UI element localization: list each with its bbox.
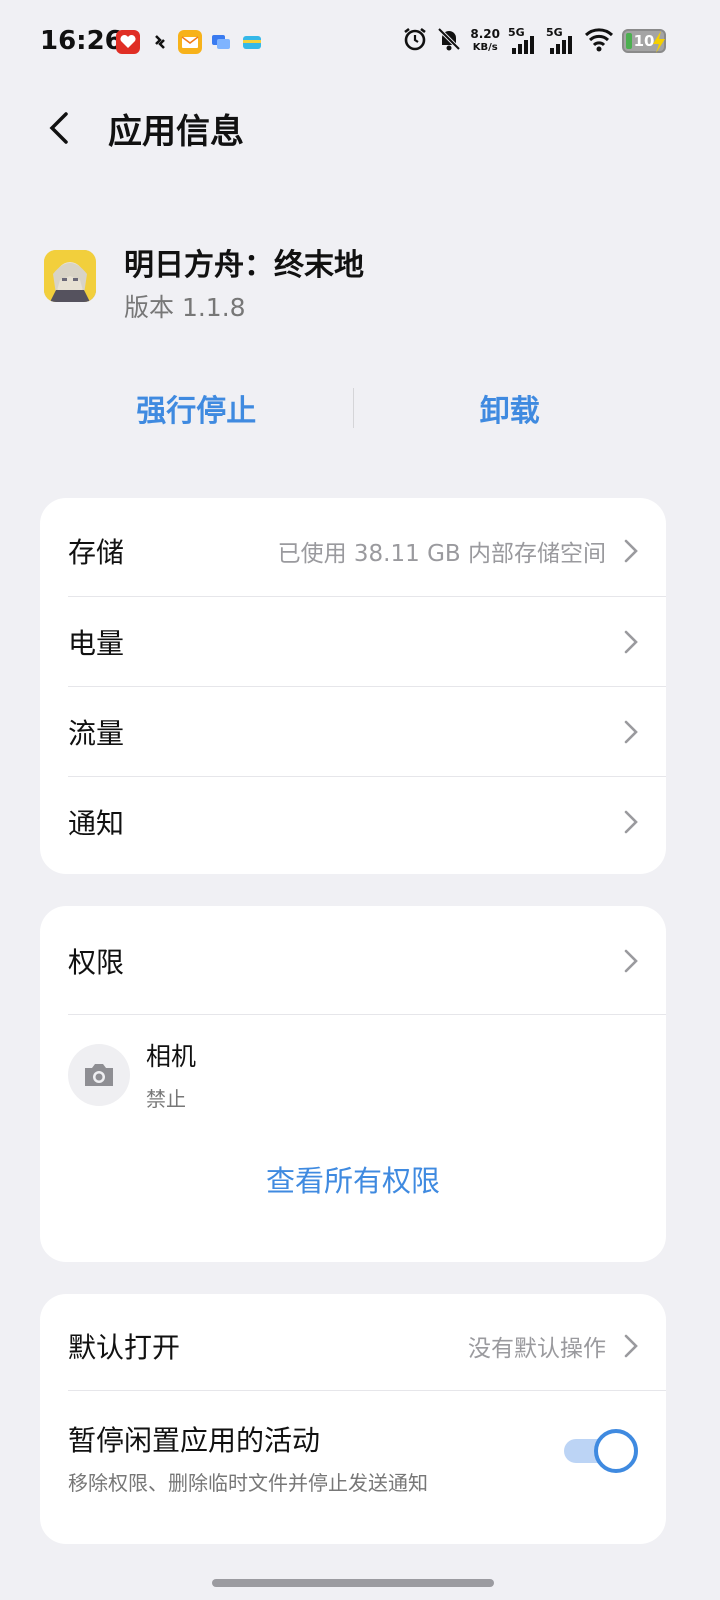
pause-app-activity-subtitle: 移除权限、删除临时文件并停止发送通知 [68, 1471, 428, 1495]
sync-icon [148, 30, 172, 54]
data-usage-label: 流量 [68, 716, 125, 750]
chevron-right-icon [624, 720, 638, 743]
network-speed-unit: KB/s [472, 42, 498, 53]
open-by-default-row[interactable]: 默认打开 没有默认操作 [68, 1302, 666, 1390]
network-speed-value: 8.20 [470, 27, 500, 41]
back-button[interactable] [40, 104, 80, 152]
status-bar: 16:26 8.20 KB/s 5G 5G 10 [0, 0, 720, 84]
chevron-left-icon [49, 112, 68, 144]
camera-icon [68, 1043, 130, 1106]
network-speed: 8.20 KB/s [470, 28, 500, 54]
app-icon [44, 250, 96, 302]
signal-sim2-icon: 5G [546, 26, 576, 56]
view-all-permissions-button[interactable]: 查看所有权限 [40, 1134, 666, 1224]
wallet-icon [240, 30, 264, 54]
notifications-row[interactable]: 通知 [68, 776, 666, 866]
app-version: 版本 1.1.8 [124, 293, 246, 322]
app-actions: 强行停止 卸载 [40, 380, 666, 436]
battery-row[interactable]: 电量 [68, 596, 666, 686]
notifications-label: 通知 [68, 806, 125, 840]
charging-icon [650, 30, 668, 58]
chevron-right-icon [624, 630, 638, 653]
chevron-right-icon [624, 810, 638, 833]
permissions-card: 权限 相机 禁止 查看所有权限 [40, 906, 666, 1262]
defaults-card: 默认打开 没有默认操作 暂停闲置应用的活动 移除权限、删除临时文件并停止发送通知 [40, 1294, 666, 1544]
open-by-default-label: 默认打开 [68, 1331, 181, 1364]
page-title: 应用信息 [108, 112, 244, 152]
permission-name: 相机 [146, 1042, 197, 1071]
battery-label: 电量 [68, 626, 125, 660]
chat-icon [209, 30, 233, 54]
data-usage-row[interactable]: 流量 [68, 686, 666, 776]
permissions-label: 权限 [68, 946, 125, 979]
uninstall-button[interactable]: 卸载 [354, 386, 667, 430]
storage-value: 已使用 38.11 GB 内部存储空间 [277, 541, 606, 567]
pinduoduo-icon [116, 30, 140, 54]
chevron-right-icon [624, 1334, 638, 1358]
wifi-icon [584, 26, 614, 56]
storage-label: 存储 [68, 536, 125, 569]
storage-row[interactable]: 存储 已使用 38.11 GB 内部存储空间 [68, 506, 666, 596]
toggle-knob [594, 1429, 638, 1473]
alarm-icon [402, 26, 428, 56]
open-by-default-value: 没有默认操作 [468, 1336, 606, 1362]
bell-muted-icon [436, 26, 462, 56]
pause-app-activity-title: 暂停闲置应用的活动 [68, 1424, 321, 1457]
pause-app-activity-row[interactable]: 暂停闲置应用的活动 移除权限、删除临时文件并停止发送通知 [68, 1390, 666, 1512]
pause-app-activity-toggle[interactable] [564, 1429, 638, 1473]
chevron-right-icon [624, 539, 638, 563]
force-stop-button[interactable]: 强行停止 [40, 386, 353, 430]
permissions-row[interactable]: 权限 [68, 916, 666, 1006]
status-indicators: 8.20 KB/s 5G 5G 10 [402, 24, 666, 58]
permission-state: 禁止 [146, 1087, 186, 1111]
permission-item-camera[interactable]: 相机 禁止 [68, 1014, 666, 1134]
usage-card: 存储 已使用 38.11 GB 内部存储空间 电量 流量 通知 [40, 498, 666, 874]
app-name: 明日方舟：终末地 [124, 248, 364, 283]
mail-icon [178, 30, 202, 54]
signal-sim1-icon: 5G [508, 26, 538, 56]
status-time: 16:26 [40, 26, 123, 56]
home-indicator[interactable] [212, 1579, 494, 1587]
chevron-right-icon [624, 949, 638, 973]
